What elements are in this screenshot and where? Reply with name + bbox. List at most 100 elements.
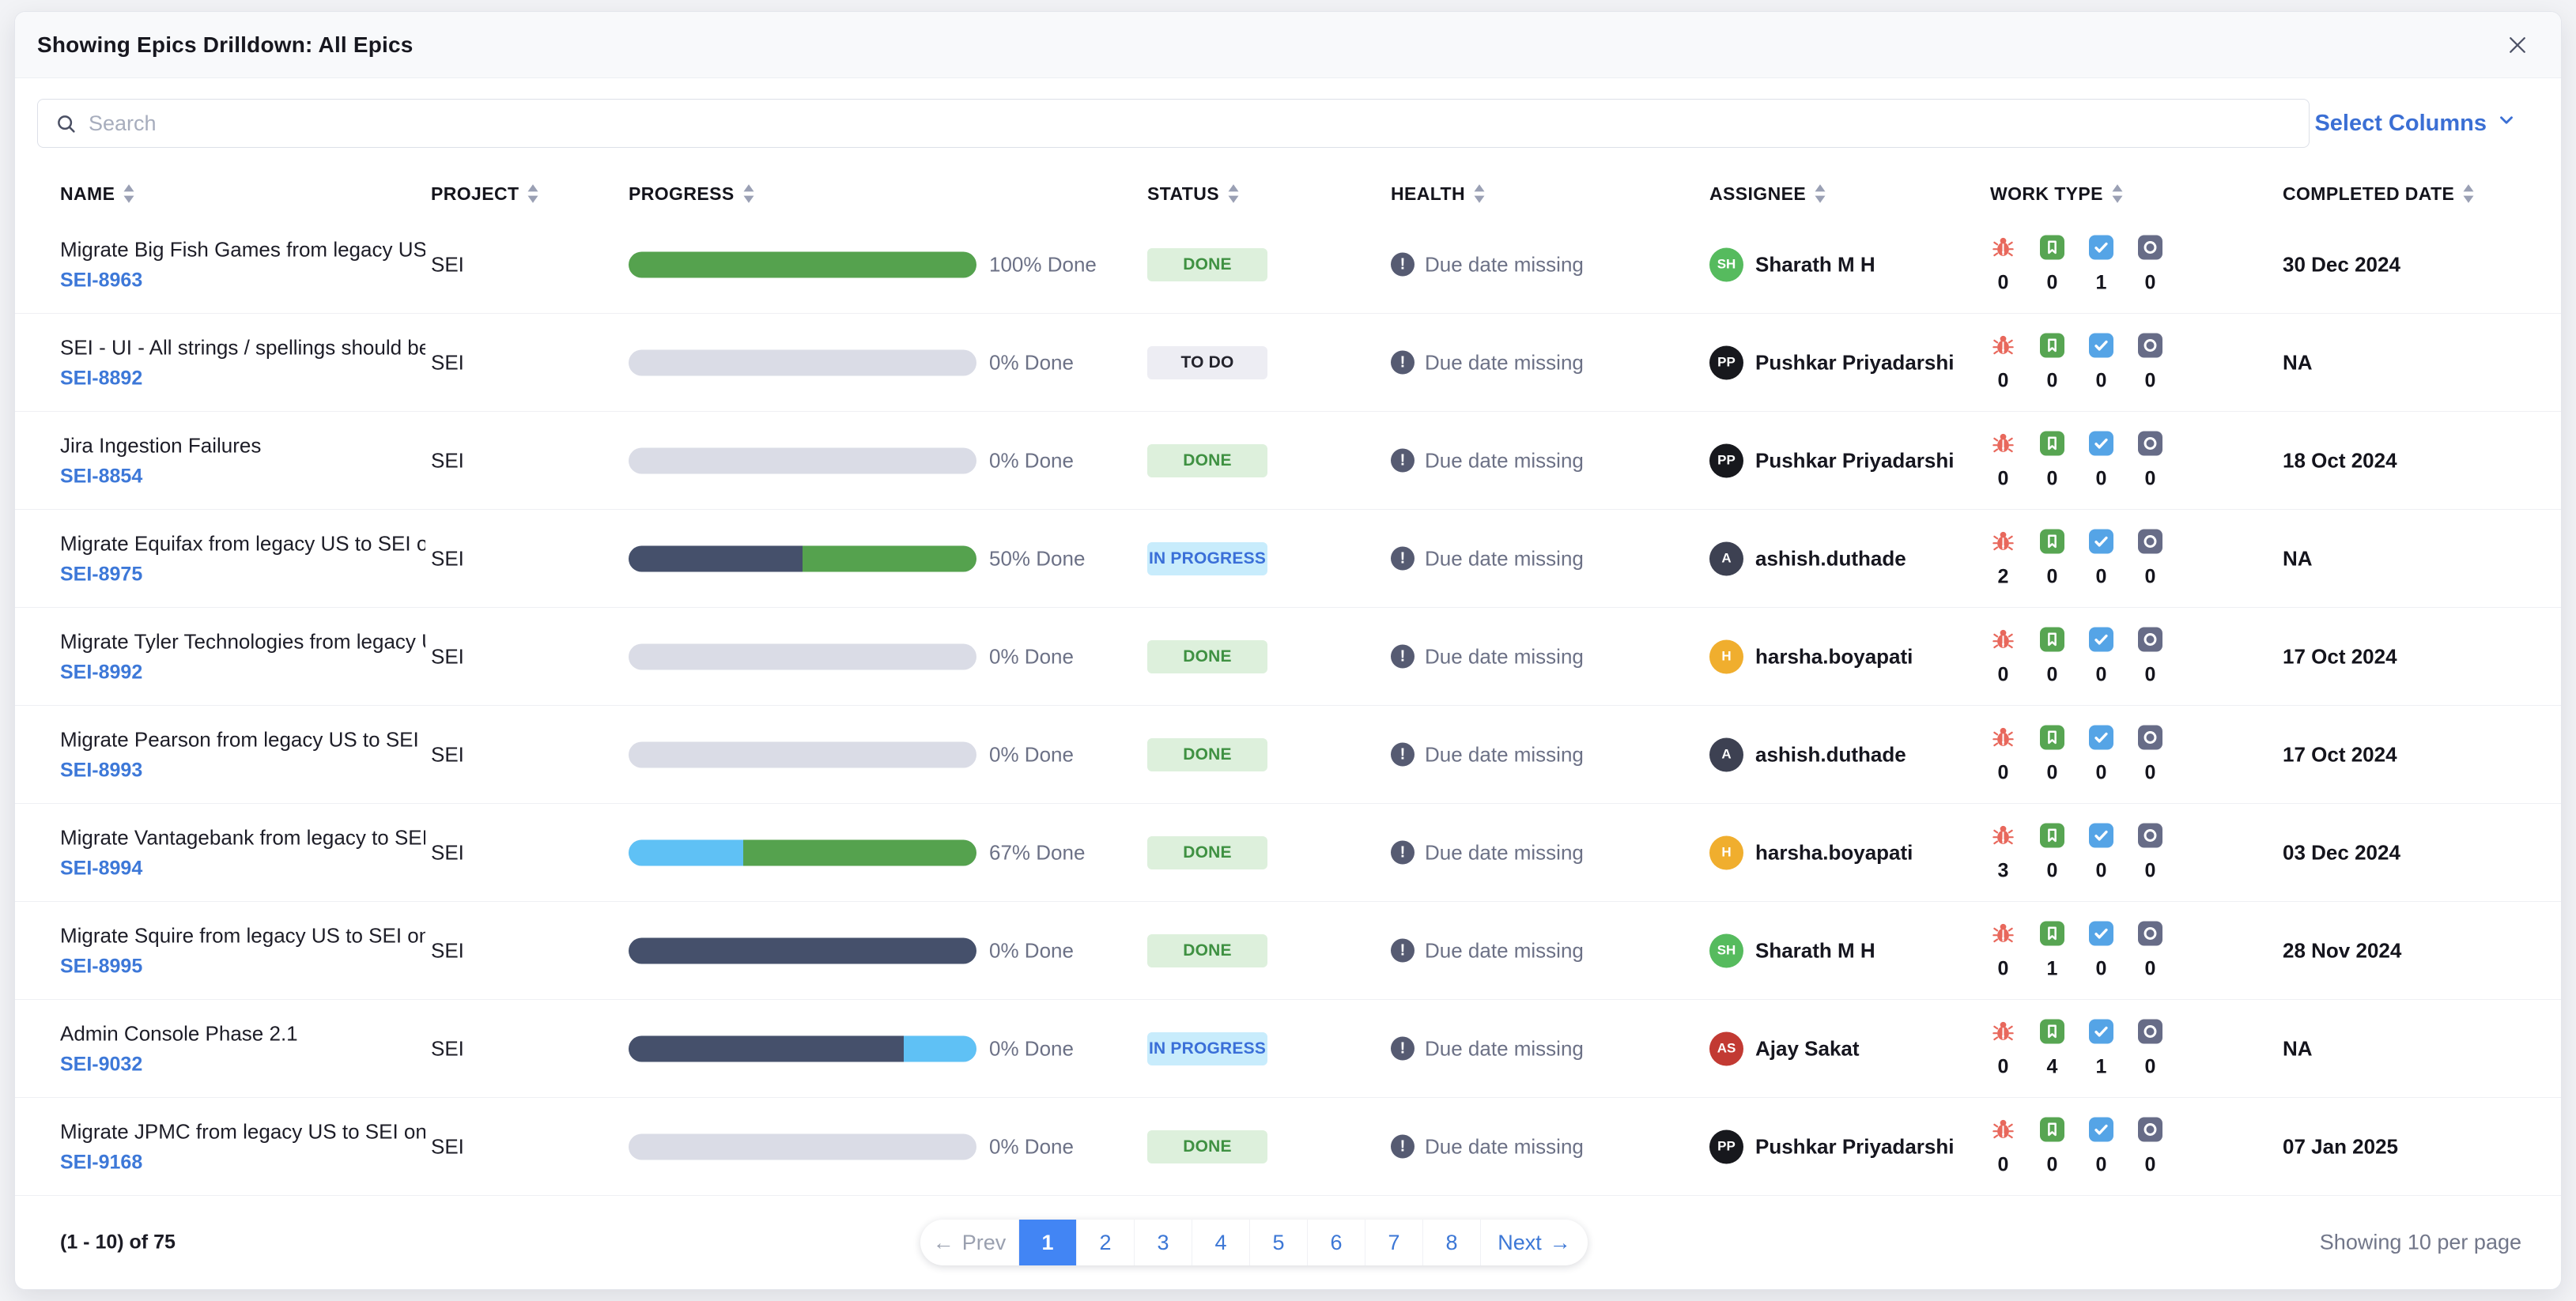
prev-page-button[interactable]: ← Prev	[920, 1220, 1018, 1265]
epic-key-link[interactable]: SEI-8993	[60, 759, 142, 782]
task-icon	[2089, 529, 2113, 553]
avatar: AS	[1709, 1031, 1743, 1065]
epic-name: SEI - UI - All strings / spellings shoul…	[60, 335, 425, 359]
work-type-count: 0	[2046, 1153, 2058, 1175]
progress-label: 100% Done	[989, 252, 1097, 276]
avatar: A	[1709, 737, 1743, 771]
completed-date: 03 Dec 2024	[2283, 840, 2400, 864]
sort-icon	[527, 183, 539, 204]
alert-icon: !	[1391, 644, 1415, 669]
work-type-count: 0	[2144, 271, 2156, 293]
other-icon	[2138, 627, 2162, 651]
column-header-assignee[interactable]: ASSIGNEE	[1709, 172, 1826, 216]
work-type-count: 0	[2144, 957, 2156, 979]
assignee-name: harsha.boyapati	[1755, 644, 1913, 668]
completed-date: 17 Oct 2024	[2283, 742, 2397, 766]
bug-icon	[1991, 823, 2015, 847]
alert-icon: !	[1391, 546, 1415, 571]
work-type-cell: 0 4 1 0	[1990, 1019, 2163, 1078]
modal-title: Showing Epics Drilldown: All Epics	[37, 32, 414, 57]
epic-key-link[interactable]: SEI-8994	[60, 857, 142, 880]
work-type-count: 0	[2095, 957, 2107, 979]
bug-icon	[1991, 1117, 2015, 1141]
page-button-5[interactable]: 5	[1249, 1220, 1307, 1265]
epic-key-link[interactable]: SEI-8963	[60, 269, 142, 292]
close-button[interactable]	[2506, 33, 2529, 57]
page-button-4[interactable]: 4	[1192, 1220, 1249, 1265]
table-row: Migrate Tyler Technologies from legacy U…	[15, 608, 2561, 706]
project-label: SEI	[431, 938, 464, 962]
epic-key-link[interactable]: SEI-8854	[60, 465, 142, 488]
sort-icon	[123, 183, 135, 204]
work-type-count: 0	[2144, 859, 2156, 881]
select-columns-button[interactable]: Select Columns	[2314, 110, 2517, 137]
completed-date: NA	[2283, 546, 2313, 570]
column-header-name[interactable]: NAME	[60, 172, 135, 216]
column-header-date[interactable]: COMPLETED DATE	[2283, 172, 2475, 216]
alert-icon: !	[1391, 1134, 1415, 1159]
other-icon	[2138, 529, 2162, 553]
progress-bar	[629, 1133, 976, 1160]
column-header-status[interactable]: STATUS	[1147, 172, 1240, 216]
column-header-project[interactable]: PROJECT	[431, 172, 539, 216]
page-button-3[interactable]: 3	[1134, 1220, 1192, 1265]
page-button-1[interactable]: 1	[1018, 1220, 1076, 1265]
assignee-name: Sharath M H	[1755, 938, 1875, 962]
completed-date: 18 Oct 2024	[2283, 448, 2397, 472]
epic-key-link[interactable]: SEI-8892	[60, 367, 142, 390]
story-icon	[2040, 627, 2064, 651]
story-icon	[2040, 235, 2064, 259]
work-type-count: 0	[2095, 761, 2107, 783]
completed-date: 17 Oct 2024	[2283, 644, 2397, 668]
epic-name: Migrate Vantagebank from legacy to SEI o…	[60, 825, 425, 849]
column-header-label: NAME	[60, 183, 115, 204]
epic-key-link[interactable]: SEI-8995	[60, 955, 142, 978]
work-type-count: 0	[1997, 957, 2009, 979]
status-badge: DONE	[1147, 639, 1267, 673]
alert-icon: !	[1391, 448, 1415, 473]
table-row: SEI - UI - All strings / spellings shoul…	[15, 314, 2561, 412]
page-button-6[interactable]: 6	[1307, 1220, 1365, 1265]
work-type-count: 0	[2095, 1153, 2107, 1175]
progress-bar	[629, 937, 976, 963]
assignee-name: Pushkar Priyadarshi	[1755, 448, 1955, 472]
project-label: SEI	[431, 350, 464, 374]
assignee-name: Pushkar Priyadarshi	[1755, 350, 1955, 374]
progress-bar	[629, 839, 976, 865]
work-type-count: 1	[2095, 271, 2107, 293]
story-icon	[2040, 529, 2064, 553]
search-input[interactable]	[37, 99, 2310, 148]
alert-icon: !	[1391, 1036, 1415, 1061]
epic-key-link[interactable]: SEI-8992	[60, 661, 142, 684]
column-header-health[interactable]: HEALTH	[1391, 172, 1486, 216]
close-icon	[2506, 36, 2529, 59]
assignee-name: Sharath M H	[1755, 252, 1875, 276]
work-type-count: 0	[1997, 1055, 2009, 1077]
page-button-7[interactable]: 7	[1365, 1220, 1422, 1265]
work-type-count: 0	[2144, 467, 2156, 489]
sort-icon	[742, 183, 755, 204]
epic-name: Migrate Tyler Technologies from legacy U…	[60, 629, 425, 653]
page-button-2[interactable]: 2	[1076, 1220, 1134, 1265]
column-header-progress[interactable]: PROGRESS	[629, 172, 755, 216]
project-label: SEI	[431, 742, 464, 766]
work-type-count: 0	[2046, 761, 2058, 783]
assignee-name: Pushkar Priyadarshi	[1755, 1134, 1955, 1158]
status-badge: DONE	[1147, 247, 1267, 281]
other-icon	[2138, 823, 2162, 847]
work-type-count: 0	[2046, 663, 2058, 685]
epic-key-link[interactable]: SEI-8975	[60, 563, 142, 586]
alert-icon: !	[1391, 742, 1415, 767]
epic-key-link[interactable]: SEI-9032	[60, 1053, 142, 1076]
next-page-button[interactable]: Next →	[1480, 1220, 1588, 1265]
status-badge: DONE	[1147, 443, 1267, 477]
health-label: Due date missing	[1425, 938, 1584, 962]
work-type-count: 0	[2046, 859, 2058, 881]
table-row: Migrate Equifax from legacy US to SEI on…	[15, 510, 2561, 608]
alert-icon: !	[1391, 938, 1415, 963]
page-button-8[interactable]: 8	[1422, 1220, 1480, 1265]
epic-key-link[interactable]: SEI-9168	[60, 1151, 142, 1174]
column-header-worktype[interactable]: WORK TYPE	[1990, 172, 2124, 216]
assignee-name: ashish.duthade	[1755, 742, 1906, 766]
work-type-count: 0	[2095, 859, 2107, 881]
